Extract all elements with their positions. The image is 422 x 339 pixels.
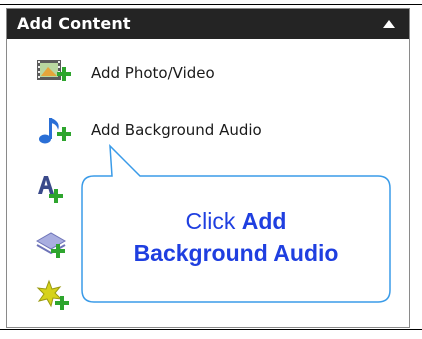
add-video-effect-item[interactable]: Add Video Effect bbox=[35, 279, 385, 313]
photo-video-icon bbox=[37, 60, 71, 81]
panel-title: Add Content bbox=[17, 14, 131, 33]
add-photo-video-label: Add Photo/Video bbox=[91, 64, 215, 82]
callout-text: Click Add Background Audio bbox=[86, 205, 386, 269]
panel-header[interactable]: Add Content bbox=[7, 9, 409, 39]
add-background-audio-item[interactable]: Add Background Audio bbox=[35, 114, 385, 148]
add-content-panel: Add Content Add Photo/Video Add Backgrou… bbox=[6, 8, 410, 328]
audio-note-icon bbox=[39, 118, 71, 144]
callout-bold-add: Add bbox=[241, 208, 287, 234]
add-background-audio-label: Add Background Audio bbox=[91, 121, 262, 139]
transition-layers-icon bbox=[35, 232, 67, 258]
top-rule bbox=[0, 4, 422, 5]
callout-bold-background-audio: Background Audio bbox=[133, 240, 339, 266]
bottom-rule bbox=[0, 329, 422, 330]
collapse-triangle-icon[interactable] bbox=[383, 20, 395, 28]
title-text-icon bbox=[38, 176, 63, 203]
add-video-effect-label: Add Video Effect bbox=[91, 286, 215, 304]
add-photo-video-item[interactable]: Add Photo/Video bbox=[35, 57, 385, 91]
callout-prefix: Click bbox=[185, 208, 242, 234]
add-title-item[interactable] bbox=[35, 172, 385, 206]
video-effect-star-icon bbox=[36, 279, 69, 310]
